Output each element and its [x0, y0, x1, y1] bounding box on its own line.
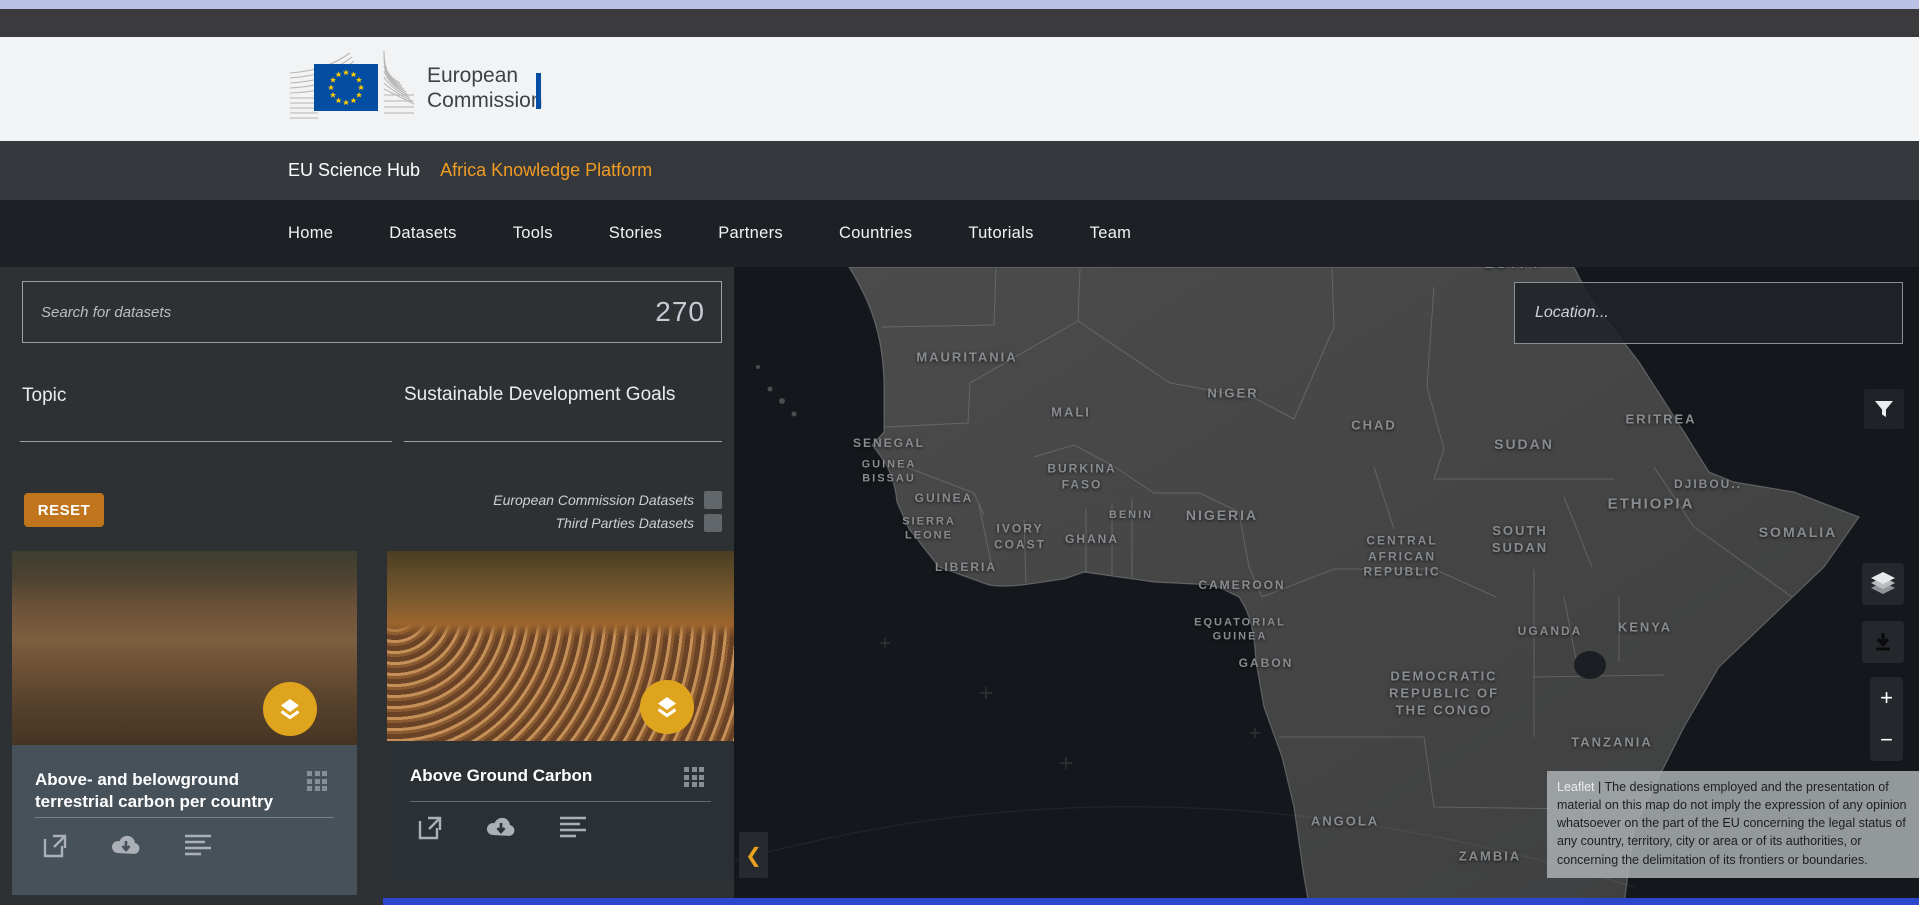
- logo-text-line2: Commission: [427, 89, 543, 112]
- nav-item-home[interactable]: Home: [288, 224, 333, 243]
- top-accent-strip: [0, 0, 1919, 9]
- search-input[interactable]: [23, 304, 655, 321]
- map-download-icon: [1873, 632, 1893, 652]
- card-actions: [42, 833, 212, 859]
- dataset-card[interactable]: Above Ground Carbon: [387, 551, 734, 881]
- description-lines-icon[interactable]: [559, 815, 587, 839]
- result-count: 270: [655, 296, 721, 328]
- card-actions: [417, 815, 587, 841]
- top-dark-strip: [0, 9, 1919, 37]
- nav-item-countries[interactable]: Countries: [839, 224, 912, 243]
- add-layer-button[interactable]: [263, 682, 317, 736]
- european-commission-logo[interactable]: European Commission: [288, 47, 548, 137]
- map-layers-button[interactable]: [1862, 563, 1904, 605]
- footer-accent-bar: [383, 898, 1919, 905]
- apps-grid-icon[interactable]: [307, 771, 329, 793]
- map-zoom-control: + −: [1870, 677, 1903, 761]
- add-layer-button[interactable]: [640, 680, 694, 734]
- dataset-card-body: Above- and belowground terrestrial carbo…: [12, 745, 357, 895]
- reset-button[interactable]: RESET: [24, 493, 104, 527]
- dataset-thumbnail-logs[interactable]: [387, 551, 734, 741]
- sdg-select-label[interactable]: Sustainable Development Goals: [404, 384, 675, 406]
- nav-item-partners[interactable]: Partners: [718, 224, 783, 243]
- dataset-title[interactable]: Above- and belowground terrestrial carbo…: [35, 769, 280, 813]
- nav-item-stories[interactable]: Stories: [609, 224, 662, 243]
- ec-datasets-label: European Commission Datasets: [493, 492, 694, 508]
- location-input[interactable]: [1515, 283, 1902, 343]
- logo-right-lines: [384, 51, 414, 113]
- download-cloud-icon[interactable]: [485, 815, 517, 839]
- dataset-card-body: Above Ground Carbon: [387, 741, 734, 881]
- checkbox-row-ec-datasets: European Commission Datasets: [493, 491, 722, 509]
- nav-item-tools[interactable]: Tools: [513, 224, 553, 243]
- map-attribution: Leaflet | The designations employed and …: [1547, 771, 1919, 878]
- apps-grid-icon[interactable]: [684, 767, 706, 789]
- ec-datasets-checkbox[interactable]: [704, 491, 722, 509]
- checkbox-row-third-party-datasets: Third Parties Datasets: [556, 514, 723, 532]
- map-download-button[interactable]: [1862, 621, 1904, 663]
- site-header: European Commission: [0, 37, 1919, 141]
- hub-bar: EU Science Hub Africa Knowledge Platform: [0, 141, 1919, 200]
- nav-item-team[interactable]: Team: [1090, 224, 1132, 243]
- main-nav: Home Datasets Tools Stories Partners Countrie…: [0, 200, 1919, 267]
- third-party-datasets-checkbox[interactable]: [704, 514, 722, 532]
- card-divider: [35, 817, 334, 818]
- location-search-box: [1514, 282, 1903, 344]
- zoom-in-button[interactable]: +: [1870, 677, 1903, 719]
- dataset-title[interactable]: Above Ground Carbon: [410, 765, 655, 787]
- topic-select-underline[interactable]: [20, 441, 392, 442]
- nav-item-datasets[interactable]: Datasets: [389, 224, 457, 243]
- layers-icon: [653, 693, 681, 721]
- topic-select-label[interactable]: Topic: [22, 385, 66, 407]
- map-filter-button[interactable]: [1864, 389, 1904, 429]
- nav-item-tutorials[interactable]: Tutorials: [968, 224, 1033, 243]
- description-lines-icon[interactable]: [184, 833, 212, 857]
- open-external-icon[interactable]: [417, 815, 443, 841]
- card-divider: [410, 801, 711, 802]
- logo-blue-bar: [536, 73, 541, 109]
- hub-site-name[interactable]: EU Science Hub: [288, 160, 420, 181]
- sidebar-collapse-button[interactable]: ❮: [739, 832, 768, 878]
- download-cloud-icon[interactable]: [110, 833, 142, 857]
- dataset-thumbnail-soil[interactable]: [12, 551, 357, 745]
- funnel-icon: [1874, 399, 1894, 419]
- third-party-datasets-label: Third Parties Datasets: [556, 515, 695, 531]
- content-area: 270 Topic Sustainable Development Goals …: [0, 267, 1919, 905]
- zoom-out-button[interactable]: −: [1870, 719, 1903, 761]
- dataset-card[interactable]: Above- and belowground terrestrial carbo…: [12, 551, 357, 895]
- sdg-select-underline[interactable]: [404, 441, 722, 442]
- datasets-sidebar: 270 Topic Sustainable Development Goals …: [0, 267, 734, 905]
- logo-text-line1: European: [427, 64, 518, 87]
- layers-icon: [276, 695, 304, 723]
- dataset-search-box: 270: [22, 281, 722, 343]
- attribution-text: | The designations employed and the pres…: [1557, 780, 1907, 867]
- map-layers-icon: [1868, 570, 1898, 598]
- africa-map[interactable]: EGYPTMAURITANIAMALINIGERCHADSUDANERITREA…: [734, 267, 1919, 905]
- leaflet-link[interactable]: Leaflet: [1557, 780, 1595, 794]
- hub-platform-name[interactable]: Africa Knowledge Platform: [440, 160, 652, 181]
- open-external-icon[interactable]: [42, 833, 68, 859]
